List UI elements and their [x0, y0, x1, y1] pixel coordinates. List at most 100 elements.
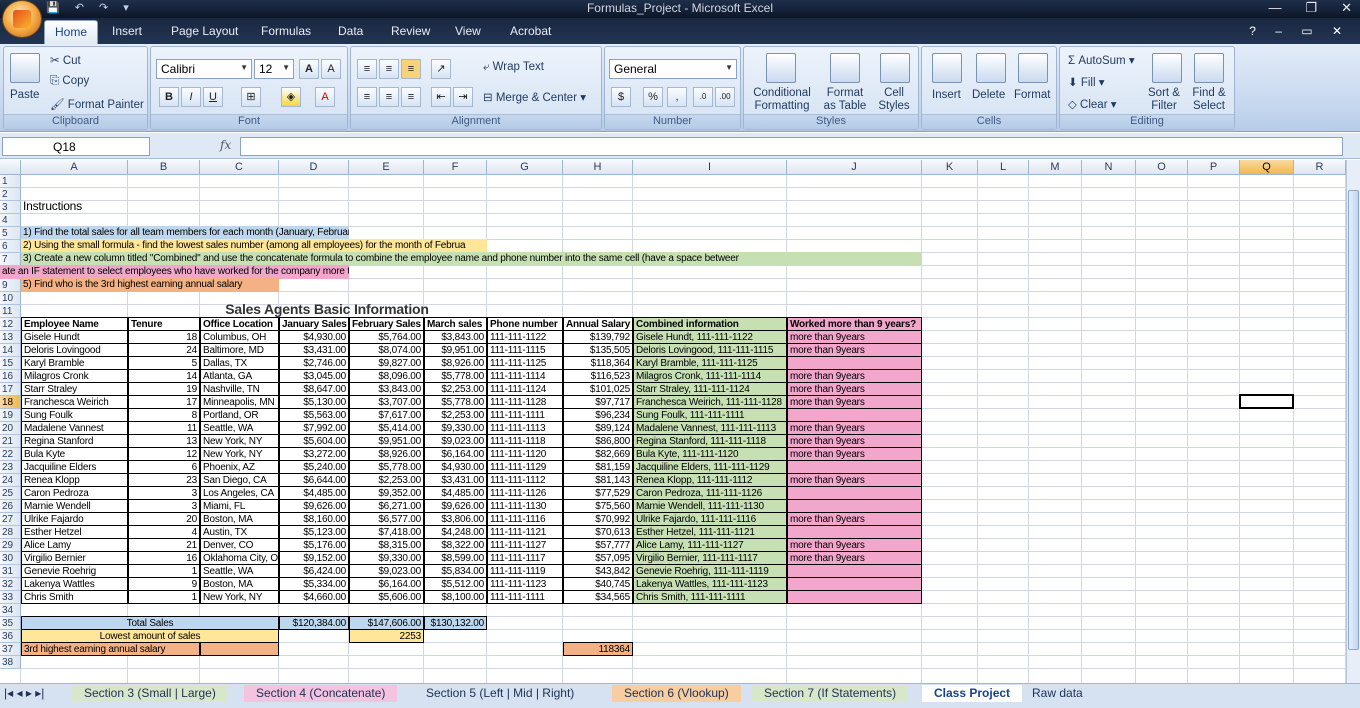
employee-name-cell[interactable]: Regina Stanford — [21, 434, 128, 448]
column-header[interactable]: J — [787, 160, 922, 175]
data-cell[interactable]: $6,424.00 — [279, 564, 349, 578]
minimize-icon[interactable]: — — [1268, 0, 1281, 16]
data-cell[interactable]: 111-111-1112 — [487, 473, 563, 487]
data-cell[interactable]: more than 9years — [787, 447, 922, 461]
cut-button[interactable]: ✂ Cut — [50, 53, 81, 67]
data-cell[interactable]: $9,827.00 — [349, 356, 424, 370]
employee-name-cell[interactable]: Esther Hetzel — [21, 525, 128, 539]
data-cell[interactable]: $4,930.00 — [279, 330, 349, 344]
data-cell[interactable]: $70,613 — [563, 525, 633, 539]
data-cell[interactable]: 111-111-1130 — [487, 499, 563, 513]
data-cell[interactable]: 14 — [128, 369, 200, 383]
data-cell[interactable]: $57,777 — [563, 538, 633, 552]
data-cell[interactable]: $9,626.00 — [279, 499, 349, 513]
data-cell[interactable]: $5,123.00 — [279, 525, 349, 539]
data-cell[interactable]: Esther Hetzel, 111-111-1121 — [633, 525, 787, 539]
grow-font-button[interactable]: A — [299, 59, 319, 79]
data-cell[interactable]: $9,152.00 — [279, 551, 349, 565]
data-cell[interactable]: $4,660.00 — [279, 590, 349, 604]
cell-styles-icon[interactable] — [880, 53, 910, 83]
data-cell[interactable]: 21 — [128, 538, 200, 552]
column-header[interactable]: B — [128, 160, 200, 175]
instructions-heading[interactable]: Instructions — [21, 200, 200, 214]
instruction-1[interactable]: 1) Find the total sales for all team mem… — [21, 226, 349, 240]
data-cell[interactable]: 111-111-1116 — [487, 512, 563, 526]
data-cell[interactable]: $9,352.00 — [349, 486, 424, 500]
column-header[interactable]: D — [279, 160, 349, 175]
data-cell[interactable]: $8,647.00 — [279, 382, 349, 396]
data-cell[interactable]: $5,414.00 — [349, 421, 424, 435]
lowest-sales-value[interactable]: 2253 — [349, 629, 424, 643]
font-color-button[interactable]: A — [315, 87, 335, 107]
data-cell[interactable]: 16 — [128, 551, 200, 565]
data-cell[interactable]: 111-111-1117 — [487, 551, 563, 565]
row-header[interactable]: 30 — [0, 552, 21, 565]
data-cell[interactable]: Lakenya Wattles, 111-111-1123 — [633, 577, 787, 591]
autosum-button[interactable]: Σ AutoSum ▾ — [1068, 53, 1135, 67]
data-cell[interactable]: Renea Klopp, 111-111-1112 — [633, 473, 787, 487]
data-cell[interactable]: more than 9years — [787, 512, 922, 526]
total-sales-value[interactable]: $147,606.00 — [349, 616, 424, 630]
help-icon[interactable]: ? – ▭ ✕ — [1249, 24, 1350, 38]
data-cell[interactable]: Caron Pedroza, 111-111-1126 — [633, 486, 787, 500]
data-cell[interactable] — [787, 577, 922, 591]
column-header[interactable]: N — [1082, 160, 1136, 175]
data-cell[interactable]: New York, NY — [200, 434, 279, 448]
sheet-nav-icon[interactable]: |◂ ◂ ▸ ▸| — [0, 685, 48, 702]
tab-home[interactable]: Home — [44, 20, 99, 44]
data-cell[interactable]: 111-111-1114 — [487, 369, 563, 383]
decrease-decimal-button[interactable]: .00 — [715, 87, 735, 107]
row-header[interactable]: 34 — [0, 604, 21, 617]
data-cell[interactable]: $3,431.00 — [424, 473, 487, 487]
data-cell[interactable]: $9,951.00 — [349, 434, 424, 448]
data-cell[interactable]: $7,992.00 — [279, 421, 349, 435]
sheet-tab-section3[interactable]: Section 3 (Small | Large) — [72, 685, 228, 702]
employee-name-cell[interactable]: Bula Kyte — [21, 447, 128, 461]
row-header[interactable]: 31 — [0, 565, 21, 578]
data-cell[interactable]: $8,315.00 — [349, 538, 424, 552]
data-cell[interactable]: $101,025 — [563, 382, 633, 396]
align-top-icon[interactable]: ≡ — [357, 59, 377, 79]
row-header[interactable]: 21 — [0, 435, 21, 448]
employee-name-cell[interactable]: Jacquiline Elders — [21, 460, 128, 474]
data-cell[interactable]: $5,778.00 — [349, 460, 424, 474]
data-cell[interactable]: Boston, MA — [200, 512, 279, 526]
tab-formulas[interactable]: Formulas — [261, 24, 311, 38]
comma-button[interactable]: , — [667, 87, 687, 107]
table-heading[interactable]: Sales Agents Basic Information — [21, 301, 633, 317]
data-cell[interactable]: more than 9years — [787, 473, 922, 487]
row-header[interactable]: 2 — [0, 188, 21, 201]
data-cell[interactable] — [787, 486, 922, 500]
borders-button[interactable]: ⊞ — [241, 87, 261, 107]
data-cell[interactable]: Minneapolis, MN — [200, 395, 279, 409]
format-as-table-button[interactable]: Format as Table — [818, 87, 872, 113]
fill-button[interactable]: ⬇ Fill ▾ — [1068, 75, 1105, 89]
clear-button[interactable]: ◇ Clear ▾ — [1068, 97, 1117, 111]
column-header[interactable]: Q — [1240, 160, 1294, 175]
data-cell[interactable]: $81,143 — [563, 473, 633, 487]
data-cell[interactable]: $34,565 — [563, 590, 633, 604]
close-icon[interactable]: ✕ — [1341, 0, 1352, 16]
row-header[interactable]: 23 — [0, 461, 21, 474]
data-cell[interactable]: $2,253.00 — [349, 473, 424, 487]
data-cell[interactable]: $5,130.00 — [279, 395, 349, 409]
data-cell[interactable]: more than 9years — [787, 421, 922, 435]
data-cell[interactable]: 8 — [128, 408, 200, 422]
data-cell[interactable]: 17 — [128, 395, 200, 409]
row-header[interactable]: 9 — [0, 279, 21, 292]
column-header[interactable]: E — [349, 160, 424, 175]
data-cell[interactable]: Bula Kyte, 111-111-1120 — [633, 447, 787, 461]
data-cell[interactable]: $40,745 — [563, 577, 633, 591]
column-title[interactable]: January Sales — [279, 317, 349, 331]
row-header[interactable]: 26 — [0, 500, 21, 513]
data-cell[interactable]: 3 — [128, 486, 200, 500]
row-header[interactable]: 5 — [0, 227, 21, 240]
column-title[interactable]: March sales — [424, 317, 487, 331]
data-cell[interactable]: Jacquiline Elders, 111-111-1129 — [633, 460, 787, 474]
data-cell[interactable]: Alice Lamy, 111-111-1127 — [633, 538, 787, 552]
data-cell[interactable]: $75,560 — [563, 499, 633, 513]
bold-button[interactable]: B — [159, 87, 179, 107]
paste-icon[interactable] — [10, 53, 40, 83]
vertical-scrollbar[interactable] — [1346, 160, 1360, 683]
paste-button[interactable]: Paste — [10, 89, 39, 101]
